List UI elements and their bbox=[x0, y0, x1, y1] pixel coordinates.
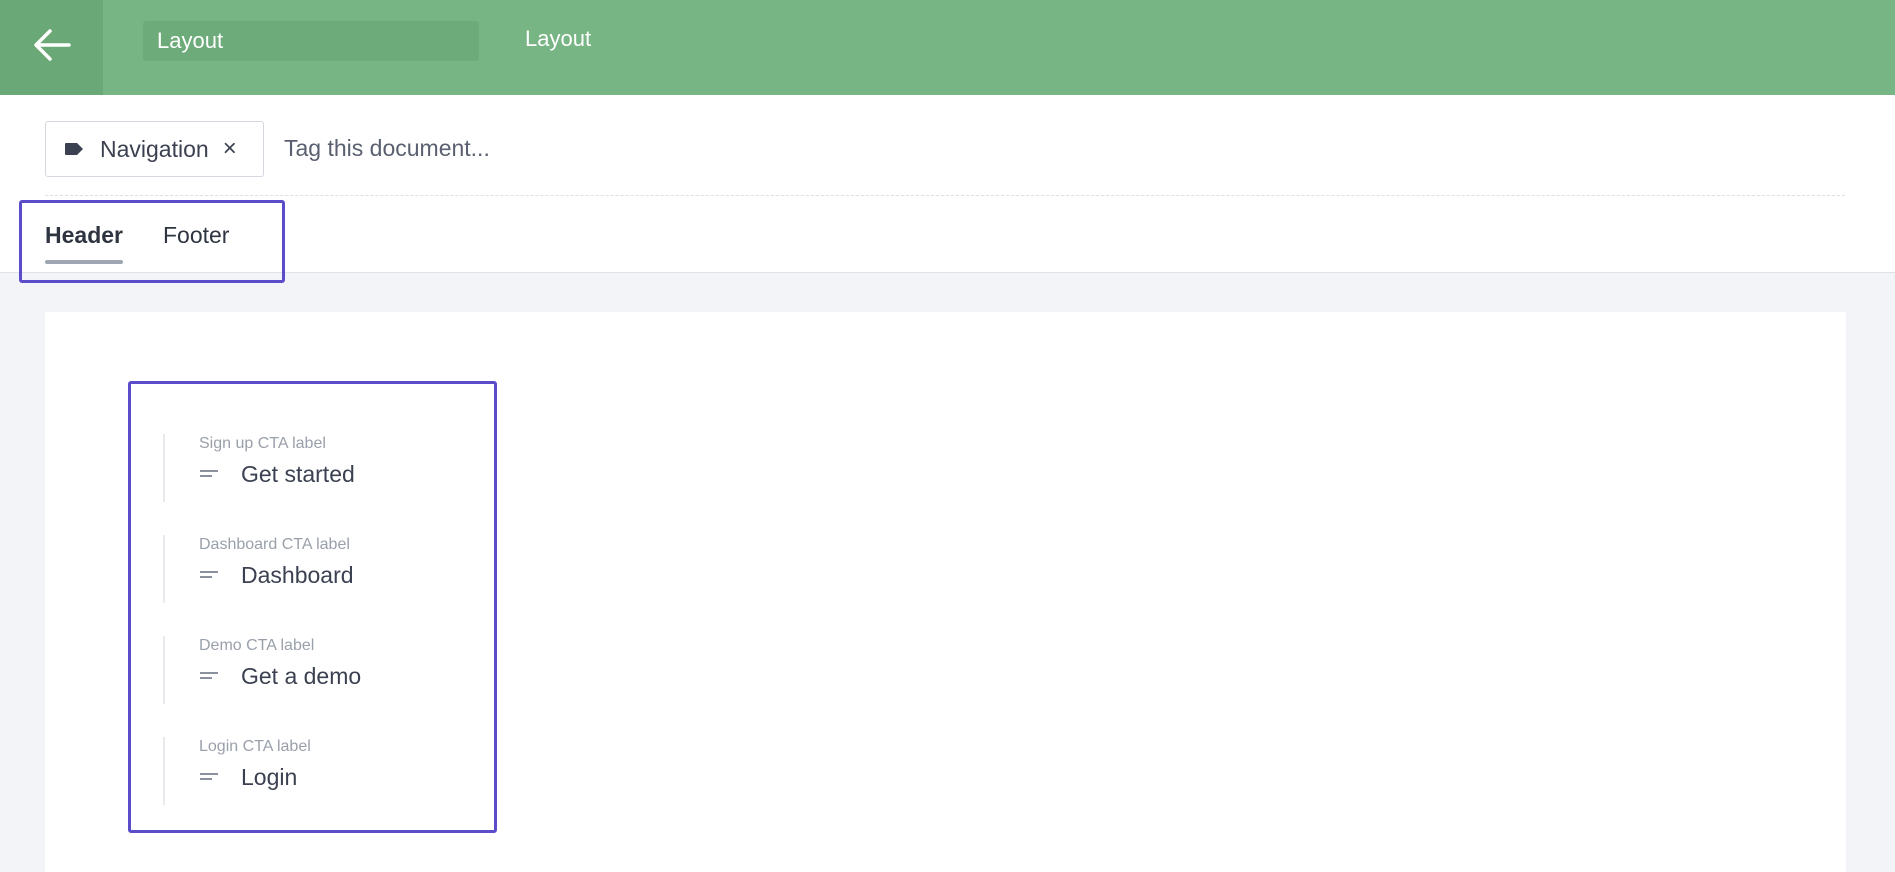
field-list: Sign up CTA label Get started Dashboard … bbox=[163, 430, 473, 838]
field-value[interactable]: Dashboard bbox=[241, 560, 354, 590]
field-sign-up-cta[interactable]: Sign up CTA label Get started bbox=[163, 434, 473, 502]
tab-bar: Header Footer bbox=[45, 222, 229, 264]
text-icon bbox=[199, 567, 223, 583]
tab-footer[interactable]: Footer bbox=[163, 222, 229, 263]
text-icon bbox=[199, 769, 223, 785]
field-label: Login CTA label bbox=[199, 738, 311, 755]
field-label: Dashboard CTA label bbox=[199, 536, 350, 553]
document-header bbox=[0, 95, 1895, 273]
field-value[interactable]: Get started bbox=[241, 459, 355, 489]
field-demo-cta[interactable]: Demo CTA label Get a demo bbox=[163, 636, 473, 704]
document-title-input[interactable] bbox=[143, 21, 479, 61]
arrow-left-icon bbox=[33, 28, 71, 67]
tag-input[interactable] bbox=[270, 126, 798, 170]
top-bar: Layout bbox=[0, 0, 1895, 95]
field-value[interactable]: Login bbox=[241, 762, 297, 792]
text-icon bbox=[199, 668, 223, 684]
close-icon[interactable]: × bbox=[223, 137, 237, 161]
field-label: Demo CTA label bbox=[199, 637, 315, 654]
field-label: Sign up CTA label bbox=[199, 435, 326, 452]
field-dashboard-cta[interactable]: Dashboard CTA label Dashboard bbox=[163, 535, 473, 603]
document-type-label: Layout bbox=[525, 26, 592, 51]
tag-chip-navigation[interactable]: Navigation × bbox=[45, 121, 264, 177]
tag-chip-label: Navigation bbox=[100, 135, 209, 162]
text-icon bbox=[199, 466, 223, 482]
tag-icon bbox=[64, 139, 88, 159]
field-login-cta[interactable]: Login CTA label Login bbox=[163, 737, 473, 805]
tab-header[interactable]: Header bbox=[45, 222, 123, 264]
back-button[interactable] bbox=[0, 0, 103, 95]
tag-divider bbox=[45, 195, 1845, 196]
field-value[interactable]: Get a demo bbox=[241, 661, 361, 691]
